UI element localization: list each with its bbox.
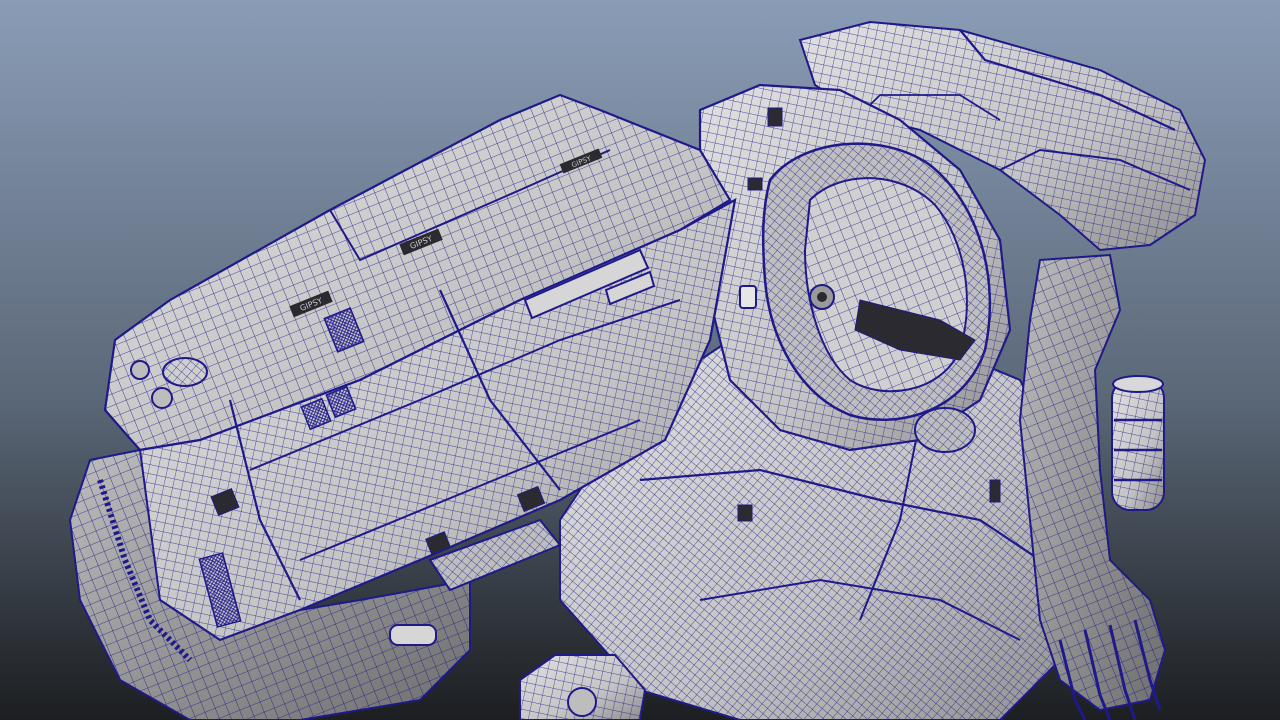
thruster-cylinder [1111,375,1165,511]
wireframe-render: GIPSY GIPSY GIPSY [0,0,1280,720]
3d-viewport[interactable]: GIPSY GIPSY GIPSY [0,0,1280,720]
neck-joint [914,407,976,453]
